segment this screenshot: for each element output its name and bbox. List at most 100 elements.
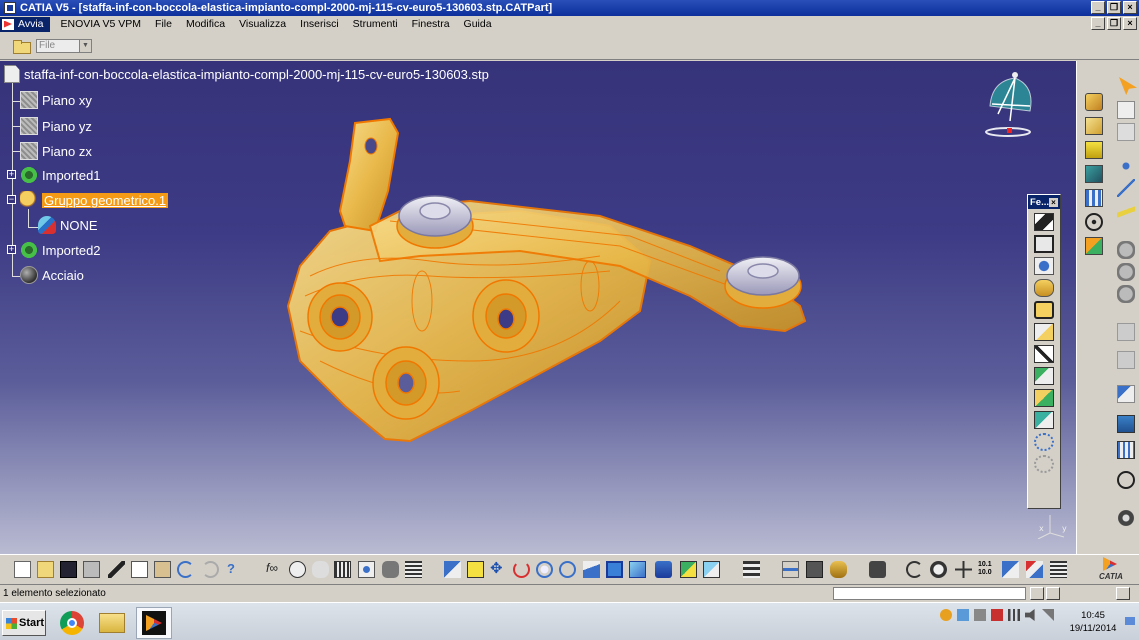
grid-snap-icon[interactable]: 10.1 10.0 — [978, 561, 995, 578]
taskbar-chrome[interactable] — [54, 607, 90, 639]
menu-enovia[interactable]: ENOVIA V5 VPM — [54, 18, 149, 30]
shell-icon[interactable] — [1034, 411, 1054, 429]
pocket-icon[interactable] — [1034, 235, 1054, 253]
tree-node-none[interactable]: NONE — [38, 216, 98, 234]
tree-node-piano-yz[interactable]: Piano yz — [20, 117, 92, 135]
slot-icon[interactable] — [1034, 345, 1054, 363]
zoom-in-icon[interactable] — [536, 561, 553, 578]
cut-icon[interactable] — [108, 561, 125, 578]
open-folder-icon[interactable] — [12, 39, 31, 54]
file-combo[interactable]: File ▼ — [36, 38, 92, 53]
iso-view-icon[interactable] — [629, 561, 646, 578]
fit-all-icon[interactable] — [467, 561, 484, 578]
clock[interactable]: 10:45 19/11/2014 — [1062, 609, 1124, 635]
stack-icon[interactable] — [743, 561, 760, 578]
groove-icon[interactable] — [1034, 301, 1054, 319]
rib-icon[interactable] — [1034, 323, 1054, 341]
status-options-button[interactable] — [1116, 587, 1130, 600]
analysis-icon[interactable] — [1117, 471, 1135, 489]
menu-file[interactable]: File — [148, 18, 179, 30]
line-icon[interactable] — [1117, 179, 1135, 197]
tray-app-icon[interactable] — [991, 609, 1003, 621]
table-icon[interactable] — [334, 561, 351, 578]
hole-icon[interactable] — [1034, 279, 1054, 297]
catia-app-icon[interactable] — [4, 2, 16, 14]
menu-finestra[interactable]: Finestra — [405, 18, 457, 30]
tree-node-piano-zx[interactable]: Piano zx — [20, 142, 92, 160]
rotate-icon[interactable] — [513, 561, 530, 578]
chevron-down-icon[interactable]: ▼ — [79, 39, 91, 52]
catalog-icon[interactable] — [358, 561, 375, 578]
grid-icon[interactable] — [1085, 189, 1103, 207]
measure-item-icon[interactable] — [806, 561, 823, 578]
zoom-out-icon[interactable] — [559, 561, 576, 578]
fly-mode-icon[interactable] — [444, 561, 461, 578]
copy-icon[interactable] — [131, 561, 148, 578]
menu-visualizza[interactable]: Visualizza — [232, 18, 293, 30]
doc-minimize-button[interactable]: _ — [1091, 17, 1105, 30]
floating-toolbar-title[interactable]: Fe... × — [1028, 195, 1060, 209]
pad-icon[interactable] — [1034, 213, 1054, 231]
expand-imported1-toggle[interactable]: + — [7, 170, 16, 179]
open-icon[interactable] — [37, 561, 54, 578]
measure-between-icon[interactable] — [782, 561, 799, 578]
floating-features-toolbar[interactable]: Fe... × — [1027, 194, 1061, 509]
knowledge-icon[interactable] — [289, 561, 306, 578]
notification-icon[interactable] — [1125, 617, 1135, 625]
settings-gear-icon[interactable] — [1117, 509, 1135, 527]
axis-system-icon[interactable] — [1085, 213, 1103, 231]
tray-app-icon[interactable] — [957, 609, 969, 621]
render-style-icon[interactable] — [655, 561, 672, 578]
tree-node-acciaio[interactable]: Acciaio — [20, 266, 84, 284]
hide-show-icon[interactable] — [680, 561, 697, 578]
formula-icon[interactable]: f∞ — [266, 561, 283, 578]
globe-icon[interactable] — [930, 561, 947, 578]
tree-node-piano-xy[interactable]: Piano xy — [20, 91, 92, 109]
volume-icon[interactable] — [1025, 609, 1035, 621]
save-icon[interactable] — [60, 561, 77, 578]
constraint-icon[interactable] — [1026, 561, 1043, 578]
network-icon[interactable] — [1008, 609, 1020, 621]
measure-icon[interactable] — [1117, 385, 1135, 403]
pan-icon[interactable]: ✥ — [490, 561, 507, 578]
menu-inserisci[interactable]: Inserisci — [293, 18, 346, 30]
tree-node-imported1[interactable]: Imported1 — [20, 166, 101, 184]
body-icon[interactable] — [1085, 117, 1103, 135]
mesh-icon[interactable] — [1117, 441, 1135, 459]
close-icon[interactable]: × — [1049, 197, 1058, 207]
doc-close-button[interactable]: × — [1123, 17, 1137, 30]
select-arrow-icon[interactable] — [1119, 77, 1137, 95]
3d-viewport[interactable]: staffa-inf-con-boccola-elastica-impianto… — [0, 61, 1076, 554]
flag-icon[interactable] — [1042, 609, 1054, 621]
boolean-icon[interactable] — [1085, 237, 1103, 255]
whats-this-icon[interactable]: ? — [227, 561, 244, 578]
minimize-button[interactable]: _ — [1091, 1, 1105, 14]
compass-icon[interactable] — [980, 66, 1050, 146]
lock-icon[interactable] — [382, 561, 399, 578]
start-button[interactable]: Start — [2, 610, 46, 636]
dimension-icon[interactable] — [1050, 561, 1067, 578]
measure-inertia-icon[interactable] — [830, 561, 847, 578]
surface-body-icon[interactable] — [1085, 165, 1103, 183]
avvia-menu[interactable]: Avvia — [0, 16, 50, 32]
paste-icon[interactable] — [154, 561, 171, 578]
solid-icon[interactable] — [1085, 141, 1103, 159]
status-stop-button[interactable] — [1030, 587, 1044, 600]
expand-imported2-toggle[interactable]: + — [7, 245, 16, 254]
pattern-icon[interactable] — [1034, 433, 1054, 451]
new-document-icon[interactable] — [14, 561, 31, 578]
close-button[interactable]: × — [1123, 1, 1137, 14]
spin-icon[interactable] — [906, 561, 923, 578]
fillet-icon[interactable] — [1034, 389, 1054, 407]
list-icon[interactable] — [405, 561, 422, 578]
tray-app-icon[interactable] — [940, 609, 952, 621]
taskbar-explorer[interactable] — [94, 607, 130, 639]
tree-node-imported2[interactable]: Imported2 — [20, 241, 101, 259]
tree-root-part[interactable]: staffa-inf-con-boccola-elastica-impianto… — [4, 65, 489, 83]
tree-node-gruppo-geometrico[interactable]: Gruppo geometrico.1 — [20, 191, 169, 209]
snap-point-icon[interactable] — [1002, 561, 1019, 578]
apply-material-icon[interactable] — [1117, 415, 1135, 433]
multi-view-icon[interactable] — [606, 561, 623, 578]
menu-guida[interactable]: Guida — [457, 18, 499, 30]
menu-modifica[interactable]: Modifica — [179, 18, 232, 30]
